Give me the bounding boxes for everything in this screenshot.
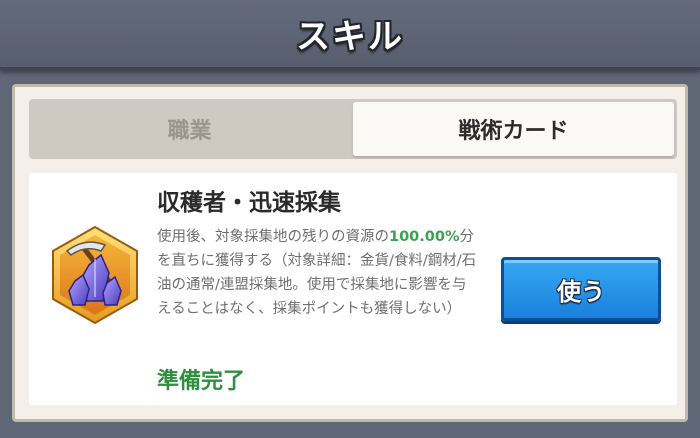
tab-profession[interactable]: 職業 (29, 99, 350, 159)
card-description: 使用後、対象採集地の残りの資源の100.00%分を直ちに獲得する（対象詳細：金貨… (157, 225, 479, 321)
page-title: スキル (296, 17, 404, 57)
header-bar: スキル (0, 0, 700, 70)
desc-percent: 100.00% (389, 229, 460, 245)
tactical-card: 収穫者・迅速採集 使用後、対象採集地の残りの資源の100.00%分を直ちに獲得す… (29, 173, 677, 405)
use-button-label: 使う (557, 277, 605, 306)
card-title: 収穫者・迅速採集 (157, 190, 341, 216)
crystal-pickaxe-icon (52, 225, 138, 325)
tab-tactical-cards[interactable]: 戦術カード (353, 102, 674, 156)
skill-panel: 職業 戦術カード 収穫者・迅速採集 使用後、対象採集地の残りの資源の100.00… (12, 84, 688, 422)
status-text: 準備完了 (157, 369, 246, 394)
use-button[interactable]: 使う (501, 257, 661, 321)
tab-bar: 職業 戦術カード (29, 99, 677, 159)
desc-prefix: 使用後、対象採集地の残りの資源の (157, 229, 389, 245)
